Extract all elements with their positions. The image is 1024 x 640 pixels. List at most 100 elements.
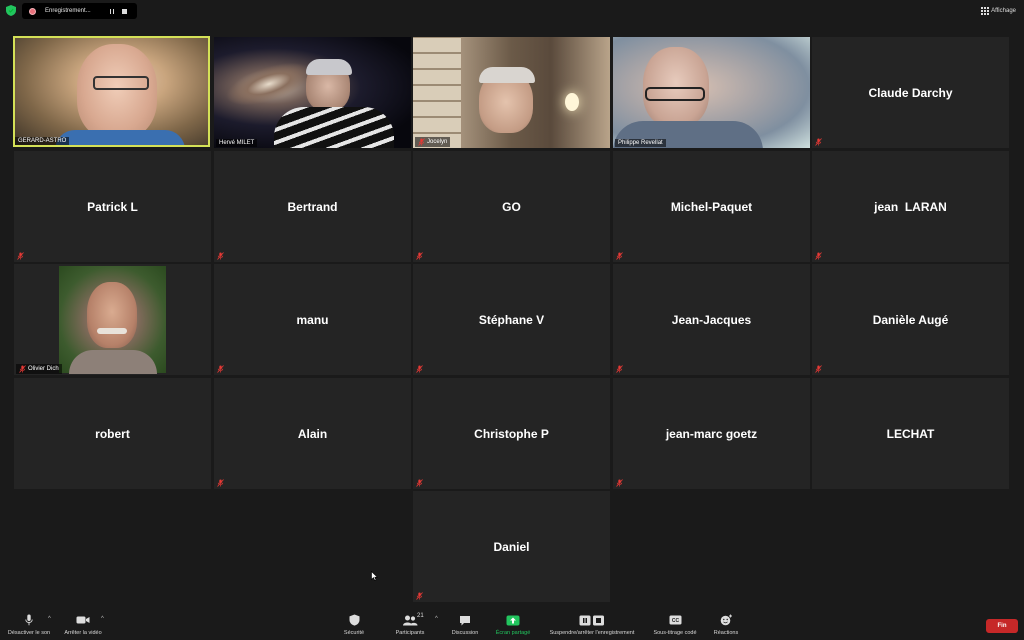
participant-name: Bertrand [287, 199, 338, 214]
video-tile-stephane-v[interactable]: Stéphane V [413, 264, 610, 375]
mustache-shape [97, 328, 127, 334]
participant-name: Hervé MILET [219, 140, 255, 146]
end-meeting-button[interactable]: Fin [986, 619, 1018, 633]
stop-recording-icon[interactable] [119, 6, 129, 16]
participant-name: Christophe P [474, 426, 549, 441]
grid-view-icon [981, 7, 990, 15]
video-tile-olivier-dich[interactable]: Olivier Dich [14, 264, 211, 375]
hair-shape [479, 67, 535, 83]
participant-name: robert [95, 426, 130, 441]
audio-options-chevron-up-icon[interactable]: ^ [48, 616, 51, 622]
participant-name: Patrick L [87, 199, 138, 214]
chat-button[interactable]: Discussion [448, 613, 482, 639]
pause-stop-recording-button[interactable]: Suspendre/arrêter l'enregistrement [542, 613, 642, 639]
video-tile-go[interactable]: GO [413, 151, 610, 262]
participant-name: Alain [297, 426, 328, 441]
video-tile-robert[interactable]: robert [14, 378, 211, 489]
microphone-muted-icon [416, 365, 423, 373]
microphone-muted-icon [616, 365, 623, 373]
participant-name: Jean-Jacques [671, 312, 752, 327]
microphone-muted-icon [416, 252, 423, 260]
video-tile-herve-milet[interactable]: Hervé MILET [214, 37, 411, 148]
video-tile-bertrand[interactable]: Bertrand [214, 151, 411, 262]
video-camera-icon [76, 613, 90, 627]
participant-label: Jocelyn [415, 137, 451, 147]
hair-shape [306, 59, 352, 75]
microphone-muted-icon [217, 252, 224, 260]
participant-video [77, 44, 157, 139]
microphone-muted-icon [616, 252, 623, 260]
participants-button[interactable]: Participants [390, 613, 430, 639]
recording-dot-icon [29, 7, 36, 15]
shelf-shape [413, 37, 461, 148]
closed-captions-button[interactable]: CC Sous-titrage codé [650, 613, 700, 639]
microphone-muted-icon [815, 252, 822, 260]
stop-video-button[interactable]: Arrêter la vidéo [60, 613, 106, 639]
security-button[interactable]: Sécurité [338, 613, 370, 639]
microphone-muted-icon [217, 365, 224, 373]
participant-name: Claude Darchy [868, 85, 953, 100]
share-screen-button[interactable]: Écran partagé [492, 613, 534, 639]
recording-label: Enregistrement... [45, 8, 91, 14]
microphone-muted-icon [416, 592, 423, 600]
microphone-muted-icon [815, 365, 822, 373]
pause-recording-icon[interactable] [107, 6, 117, 16]
reactions-label: Réactions [713, 630, 739, 636]
participants-label: Participants [395, 630, 425, 636]
video-tile-daniele-auge[interactable]: Danièle Augé [812, 264, 1009, 375]
participant-label: Philippe Revellat [615, 139, 666, 147]
participant-name: GO [502, 199, 521, 214]
participant-name: manu [296, 312, 329, 327]
glasses-shape [93, 76, 149, 90]
reactions-button[interactable]: Réactions [710, 613, 742, 639]
shield-icon[interactable] [6, 5, 16, 16]
glasses-shape [645, 87, 705, 101]
video-tile-lechat[interactable]: LECHAT [812, 378, 1009, 489]
closed-captions-icon: CC [669, 613, 682, 627]
galaxy-shape [220, 53, 318, 115]
participants-options-chevron-up-icon[interactable]: ^ [435, 616, 438, 622]
video-tile-jocelyn[interactable]: Jocelyn [413, 37, 610, 148]
recording-controls-icon [579, 613, 605, 627]
video-tile-michel-paquet[interactable]: Michel-Paquet [613, 151, 810, 262]
video-options-chevron-up-icon[interactable]: ^ [101, 616, 104, 622]
chat-bubble-icon [459, 613, 471, 627]
participant-label: Olivier Dich [16, 364, 62, 374]
mouse-cursor-icon [371, 571, 378, 581]
face-shape [87, 282, 137, 348]
microphone-muted-icon [17, 252, 24, 260]
recording-controls-label: Suspendre/arrêter l'enregistrement [549, 630, 635, 636]
participant-label: Hervé MILET [216, 139, 258, 147]
video-tile-claude-darchy[interactable]: Claude Darchy [812, 37, 1009, 148]
shirt-shape [69, 350, 157, 374]
view-button[interactable]: Affichage [981, 5, 1016, 17]
svg-text:CC: CC [671, 618, 679, 624]
lamp-shape [565, 93, 579, 111]
video-tile-philippe-revellat[interactable]: Philippe Revellat [613, 37, 810, 148]
meeting-toolbar: Désactiver le son ^ Arrêter la vidéo ^ S… [0, 610, 1024, 640]
video-tile-jean-marc-goetz[interactable]: jean-marc goetz [613, 378, 810, 489]
video-tile-daniel[interactable]: Daniel [413, 491, 610, 602]
share-screen-label: Écran partagé [495, 630, 531, 636]
participant-name: Philippe Revellat [618, 140, 663, 146]
participant-name: Daniel [493, 539, 530, 554]
zoom-meeting-window: Enregistrement... Affichage GERARD-ASTRO… [0, 0, 1024, 640]
video-tile-alain[interactable]: Alain [214, 378, 411, 489]
view-label: Affichage [991, 8, 1016, 14]
participant-name: Olivier Dich [28, 366, 59, 372]
smiley-add-icon [720, 613, 733, 627]
video-tile-jean-laran[interactable]: jean LARAN [812, 151, 1009, 262]
video-tile-patrick-l[interactable]: Patrick L [14, 151, 211, 262]
microphone-muted-icon [418, 138, 425, 146]
video-tile-manu[interactable]: manu [214, 264, 411, 375]
video-tile-jean-jacques[interactable]: Jean-Jacques [613, 264, 810, 375]
participant-name: Stéphane V [478, 312, 545, 327]
mute-button[interactable]: Désactiver le son [4, 613, 54, 639]
microphone-icon [25, 613, 33, 627]
video-tile-gerard-astro[interactable]: GERARD-ASTRO [13, 36, 210, 147]
participant-name: jean LARAN [874, 199, 947, 214]
video-tile-christophe-p[interactable]: Christophe P [413, 378, 610, 489]
participant-name: Michel-Paquet [670, 199, 753, 214]
security-label: Sécurité [343, 630, 365, 636]
chat-label: Discussion [451, 630, 479, 636]
